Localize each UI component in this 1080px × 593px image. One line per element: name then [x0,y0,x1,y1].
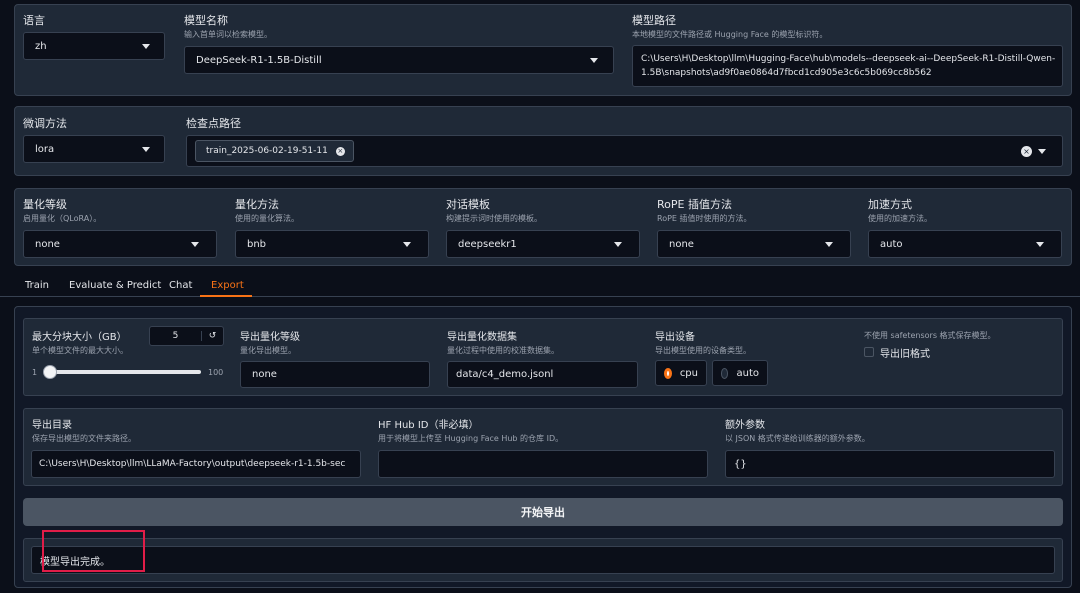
model-path-line2: 1.5B\snapshots\ad9f0ae0864d7fbcd1cd905e3… [641,68,932,78]
checkpoint-label: 检查点路径 [186,117,241,130]
export-quant-dataset-input[interactable]: data/c4_demo.jsonl [447,361,638,388]
radio-label-cpu: cpu [679,367,698,379]
radio-label-auto: auto [736,367,759,379]
rope-info: RoPE 插值时使用的方法。 [657,214,752,223]
highlight-annotation [42,530,145,572]
extra-args-info: 以 JSON 格式传递给训练器的额外参数。 [725,434,870,443]
finetune-method-value: lora [35,143,55,155]
legacy-label: 导出旧格式 [880,349,930,360]
model-path-line1: C:\Users\H\Desktop\llm\Hugging-Face\hub\… [641,54,1056,64]
finetune-method-label: 微调方法 [23,117,67,130]
checkpoint-chip[interactable]: train_2025-06-02-19-51-11 × [195,140,354,162]
export-dir-value: C:\Users\H\Desktop\llm\LLaMA-Factory\out… [39,459,346,469]
chevron-down-icon[interactable] [142,147,150,152]
shard-info: 单个模型文件的最大大小。 [32,346,128,355]
rope-select[interactable]: none [657,230,851,258]
rope-label: RoPE 插值方法 [657,198,732,211]
tab-chat[interactable]: Chat [169,280,192,291]
export-dir-label: 导出目录 [32,420,72,431]
export-device-info: 导出模型使用的设备类型。 [655,346,751,355]
start-export-button[interactable]: 开始导出 [23,498,1063,526]
export-quant-dataset-value: data/c4_demo.jsonl [456,369,554,380]
export-dir-input[interactable]: C:\Users\H\Desktop\llm\LLaMA-Factory\out… [31,450,361,478]
legacy-info: 不使用 safetensors 格式保存模型。 [864,331,996,340]
model-path-label: 模型路径 [632,14,676,27]
radio-selected-icon [664,367,672,379]
extra-args-label: 额外参数 [725,420,765,431]
hub-id-info: 用于将模型上传至 Hugging Face Hub 的仓库 ID。 [378,434,564,443]
quant-bit-value: none [35,238,60,250]
chevron-down-icon[interactable] [1038,149,1046,154]
shard-number-input[interactable]: 5 ↺ [149,326,224,346]
export-quant-bit-info: 量化导出模型。 [240,346,296,355]
legacy-checkbox[interactable] [864,347,874,357]
template-label: 对话模板 [446,198,490,211]
booster-value: auto [880,238,903,250]
quant-method-label: 量化方法 [235,198,279,211]
tab-train[interactable]: Train [25,280,49,291]
clear-icon[interactable]: × [1021,146,1032,157]
chevron-down-icon[interactable] [142,44,150,49]
export-device-option-auto[interactable]: auto [712,360,768,386]
chevron-down-icon[interactable] [1036,242,1044,247]
export-quant-bit-input[interactable]: none [240,361,430,388]
booster-label: 加速方式 [868,198,912,211]
rope-value: none [669,238,694,250]
chevron-down-icon[interactable] [191,242,199,247]
template-select[interactable]: deepseekr1 [446,230,640,258]
tab-evaluate-predict[interactable]: Evaluate & Predict [69,280,161,291]
slider-min: 1 [32,368,38,377]
quant-method-info: 使用的量化算法。 [235,214,299,223]
chevron-down-icon[interactable] [825,242,833,247]
language-value: zh [35,40,47,52]
shard-value: 5 [172,331,179,341]
hub-id-input[interactable] [378,450,708,478]
model-path-info: 本地模型的文件路径或 Hugging Face 的模型标识符。 [632,30,828,39]
model-name-info: 输入首单词以检索模型。 [184,30,272,39]
chevron-down-icon[interactable] [590,58,598,63]
language-label: 语言 [23,14,45,27]
quant-method-value: bnb [247,238,267,250]
model-path-input[interactable]: C:\Users\H\Desktop\llm\Hugging-Face\hub\… [632,45,1063,87]
active-tab-indicator [200,295,252,297]
quant-bit-info: 启用量化（QLoRA）。 [23,214,102,223]
remove-chip-icon[interactable]: × [335,146,345,156]
slider-max: 100 [208,368,224,377]
quant-method-select[interactable]: bnb [235,230,429,258]
export-quant-bit-label: 导出量化等级 [240,332,300,343]
export-dir-info: 保存导出模型的文件夹路径。 [32,434,136,443]
booster-select[interactable]: auto [868,230,1062,258]
booster-info: 使用的加速方法。 [868,214,932,223]
model-name-select[interactable]: DeepSeek-R1-1.5B-Distill [184,46,614,74]
extra-args-input[interactable]: {} [725,450,1055,478]
quant-bit-label: 量化等级 [23,198,67,211]
extra-args-value: {} [734,458,747,470]
chevron-down-icon[interactable] [614,242,622,247]
checkpoint-select[interactable]: train_2025-06-02-19-51-11 × [186,135,1063,167]
model-name-label: 模型名称 [184,14,228,27]
radio-unselected-icon [721,367,729,379]
hub-id-label: HF Hub ID（非必填） [378,420,479,431]
chevron-down-icon[interactable] [403,242,411,247]
shard-label: 最大分块大小（GB） [32,332,127,343]
tab-export[interactable]: Export [211,280,244,291]
export-device-option-cpu[interactable]: cpu [655,360,707,386]
model-name-value: DeepSeek-R1-1.5B-Distill [196,54,322,66]
template-info: 构建提示词时使用的模板。 [446,214,542,223]
shard-slider-track[interactable] [44,370,201,374]
template-value: deepseekr1 [458,238,517,250]
quant-bit-select[interactable]: none [23,230,217,258]
export-quant-dataset-info: 量化过程中使用的校准数据集。 [447,346,559,355]
checkpoint-chip-label: train_2025-06-02-19-51-11 [206,146,328,156]
start-export-label: 开始导出 [521,506,565,519]
reset-icon[interactable]: ↺ [201,331,223,341]
export-quant-dataset-label: 导出量化数据集 [447,332,517,343]
output-textbox[interactable]: 模型导出完成。 [31,546,1055,574]
tab-underline [0,296,1080,297]
export-device-label: 导出设备 [655,332,695,343]
export-quant-bit-value: none [252,369,277,380]
